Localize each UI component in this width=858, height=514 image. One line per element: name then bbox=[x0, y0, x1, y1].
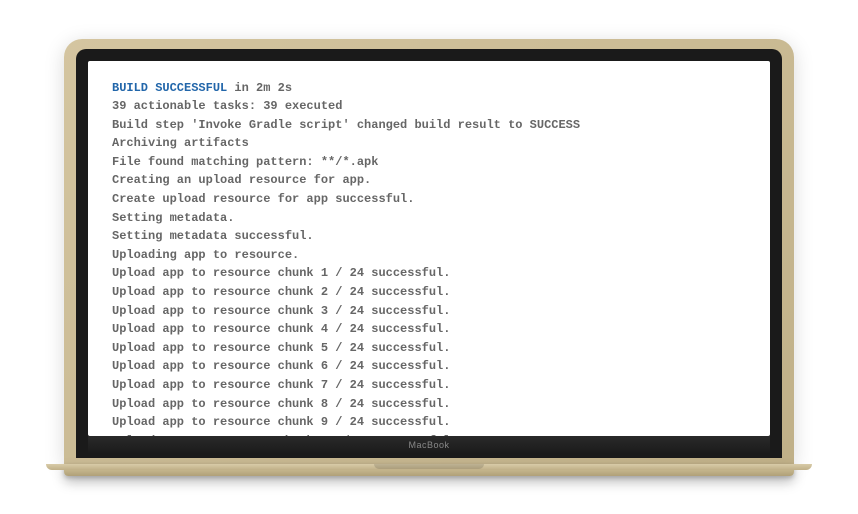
log-lines-container: 39 actionable tasks: 39 executedBuild st… bbox=[112, 97, 746, 435]
log-line: Upload app to resource chunk 5 / 24 succ… bbox=[112, 339, 746, 358]
build-status-text: BUILD SUCCESSFUL bbox=[112, 81, 227, 95]
log-line: Setting metadata successful. bbox=[112, 227, 746, 246]
log-line: Upload app to resource chunk 8 / 24 succ… bbox=[112, 395, 746, 414]
build-time-prefix: in bbox=[227, 81, 256, 95]
log-line: Upload app to resource chunk 6 / 24 succ… bbox=[112, 357, 746, 376]
log-line: Setting metadata. bbox=[112, 209, 746, 228]
log-line: Create upload resource for app successfu… bbox=[112, 190, 746, 209]
log-line: 39 actionable tasks: 39 executed bbox=[112, 97, 746, 116]
log-line: Upload app to resource chunk 2 / 24 succ… bbox=[112, 283, 746, 302]
build-time: 2m 2s bbox=[256, 81, 292, 95]
log-line: Upload app to resource chunk 4 / 24 succ… bbox=[112, 320, 746, 339]
log-line: Upload app to resource chunk 9 / 24 succ… bbox=[112, 413, 746, 432]
log-line: Upload app to resource chunk 1 / 24 succ… bbox=[112, 264, 746, 283]
log-line: Uploading app to resource. bbox=[112, 246, 746, 265]
laptop-mockup: BUILD SUCCESSFUL in 2m 2s 39 actionable … bbox=[64, 39, 794, 476]
screen-bezel: BUILD SUCCESSFUL in 2m 2s 39 actionable … bbox=[76, 49, 782, 458]
build-status-line: BUILD SUCCESSFUL in 2m 2s bbox=[112, 79, 746, 98]
log-line: Archiving artifacts bbox=[112, 134, 746, 153]
laptop-base bbox=[64, 464, 794, 476]
log-line: Build step 'Invoke Gradle script' change… bbox=[112, 116, 746, 135]
log-line: Upload app to resource chunk 7 / 24 succ… bbox=[112, 376, 746, 395]
laptop-lid: BUILD SUCCESSFUL in 2m 2s 39 actionable … bbox=[64, 39, 794, 464]
screen-content: BUILD SUCCESSFUL in 2m 2s 39 actionable … bbox=[88, 61, 770, 436]
log-line: File found matching pattern: **/*.apk bbox=[112, 153, 746, 172]
log-line: Upload app to resource chunk 3 / 24 succ… bbox=[112, 302, 746, 321]
log-line: Creating an upload resource for app. bbox=[112, 171, 746, 190]
laptop-hinge-label: MacBook bbox=[88, 436, 770, 454]
console-output: BUILD SUCCESSFUL in 2m 2s 39 actionable … bbox=[112, 79, 746, 436]
